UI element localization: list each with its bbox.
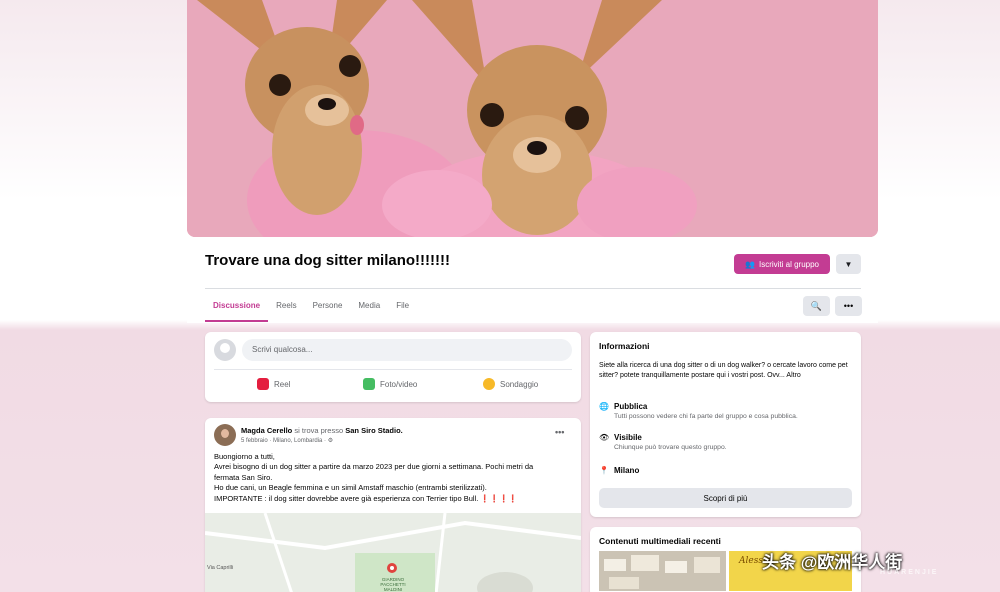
location-title: Milano [614,466,640,475]
watermark-sub: HUARENJIE [880,569,939,576]
author-name[interactable]: Magda Cerello [241,426,292,435]
tab-discussione[interactable]: Discussione [205,296,269,322]
poll-label: Sondaggio [500,379,539,389]
photo-video-button[interactable]: Foto/video [363,378,417,390]
poll-icon [483,378,495,390]
info-description: Siete alla ricerca di una dog sitter o d… [599,362,848,379]
location-prefix: si trova presso [294,426,344,435]
photo-icon [363,378,375,390]
chihuahuas-image [187,0,878,237]
media-heading: Contenuti multimediali recenti [599,536,721,546]
post-meta: 5 febbraio · Milano, Lombardia · ⚙ [241,438,334,444]
reel-icon [257,378,269,390]
info-heading: Informazioni [599,341,650,351]
post-composer: Scrivi qualcosa... Reel Foto/video Sonda… [205,332,581,402]
location-link[interactable]: San Siro Stadio. [345,426,403,435]
tab-persone[interactable]: Persone [305,296,351,322]
post-body: Buongiorno a tutti, Avrei bisogno di un … [214,452,574,504]
post-options-button[interactable]: ••• [555,427,564,437]
group-info-card: Informazioni Siete alla ricerca di una d… [590,332,861,517]
location-map[interactable]: Via Caprilli GIARDINO PACCHETTI MALDINI [205,513,581,592]
reel-button[interactable]: Reel [257,378,290,390]
author-avatar[interactable] [214,424,236,446]
public-subtitle: Tutti possono vedere chi fa parte del gr… [614,413,798,420]
post-line: Avrei bisogno di un dog sitter a partire… [214,462,534,472]
join-group-label: Iscriviti al gruppo [758,259,819,269]
media-thumbnail[interactable] [599,551,726,591]
header-divider [205,288,861,289]
feed-post: Magda Cerello si trova presso San Siro S… [205,418,581,592]
group-icon: 👥 [745,259,755,269]
compose-input[interactable]: Scrivi qualcosa... [242,339,572,361]
post-line: fermata San Siro. [214,472,273,482]
group-title: Trovare una dog sitter milano!!!!!!! [205,252,451,269]
join-group-button[interactable]: 👥 Iscriviti al gruppo [734,254,830,274]
tab-reels[interactable]: Reels [268,296,304,322]
post-line: Buongiorno a tutti, [214,452,275,461]
location-pin-icon: 📍 [599,466,609,475]
tab-media[interactable]: Media [350,296,388,322]
group-tabs: Discussione Reels Persone Media File [205,296,417,322]
map-park-label: GIARDINO PACCHETTI MALDINI [380,577,406,592]
search-button[interactable]: 🔍 [803,296,830,316]
chevron-down-icon: ▼ [844,259,853,269]
map-street-label: Via Caprilli [207,565,234,571]
reel-label: Reel [274,379,291,389]
more-options-button[interactable]: ••• [835,296,862,316]
poll-button[interactable]: Sondaggio [483,378,538,390]
composer-divider [214,369,572,370]
visible-title: Visibile [614,433,642,442]
photo-video-label: Foto/video [380,379,418,389]
cover-photo [187,0,878,237]
more-icon: ••• [843,301,854,311]
post-line: Ho due cani, un Beagle femmina e un simi… [214,483,487,493]
learn-more-button[interactable]: Scopri di più [599,488,852,508]
globe-icon: 🌐 [599,402,609,411]
eye-icon: 👁 [599,433,610,442]
tab-file[interactable]: File [388,296,417,322]
post-author-line: Magda Cerello si trova presso San Siro S… [241,426,403,435]
expand-button[interactable]: ▼ [836,254,861,274]
avatar [214,339,236,361]
post-line: IMPORTANTE : il dog sitter dovrebbe aver… [214,493,518,503]
media-thumb-image [599,551,726,591]
search-icon: 🔍 [810,300,823,311]
public-title: Pubblica [614,402,648,411]
visible-subtitle: Chiunque può trovare questo gruppo. [614,444,727,451]
